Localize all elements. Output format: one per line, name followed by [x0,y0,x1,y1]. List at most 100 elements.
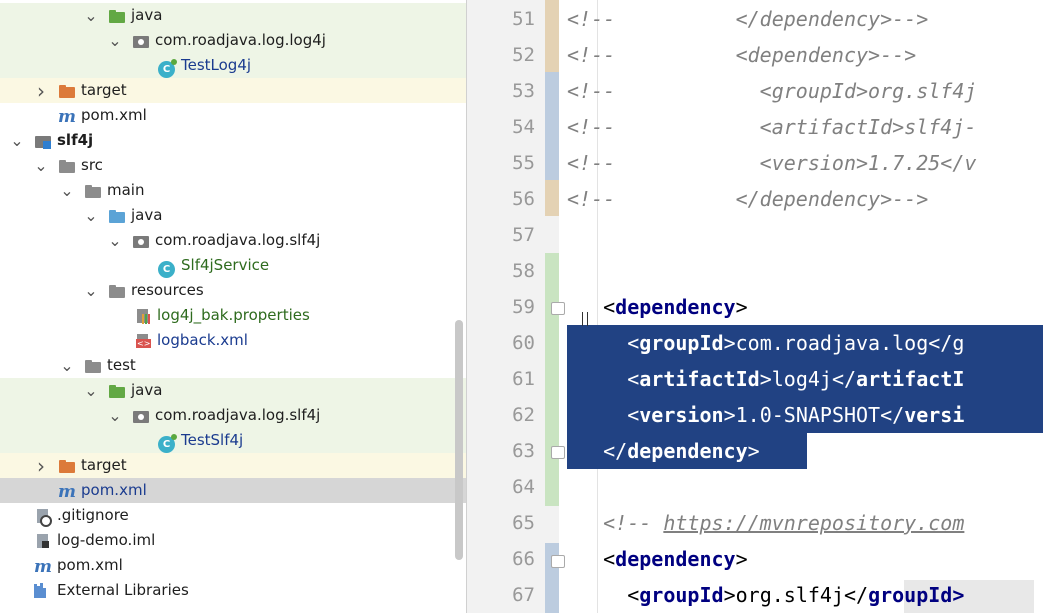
code-line[interactable] [567,253,1043,289]
tag-bracket: > [759,367,772,391]
tree-row-label: pom.xml [57,556,123,574]
line-number: 66 [512,548,535,570]
code-line[interactable] [567,217,1043,253]
module-icon [34,133,52,149]
code-line[interactable]: <!-- <version>1.7.25</v [567,145,1043,181]
comment-link[interactable]: https://mvnrepository.com [663,511,964,535]
tree-row[interactable]: ⌄ java [0,378,466,403]
line-number: 54 [512,116,535,138]
tree-row[interactable]: ⌄ com.roadjava.log.slf4j [0,228,466,253]
tag-bracket: > [735,295,748,319]
chevron-down-icon[interactable]: ⌄ [34,156,48,175]
chevron-down-icon[interactable]: ⌄ [60,356,74,375]
chevron-down-icon[interactable]: ⌄ [108,406,122,425]
line-number: 61 [512,368,535,390]
tree-row[interactable]: m pom.xml [0,553,466,578]
tree-row[interactable]: ⌄ java [0,203,466,228]
code-line[interactable]: <dependency> [567,289,1043,325]
tree-row[interactable]: logback.xml [0,328,466,353]
tag-bracket: > [735,547,748,571]
tag-bracket: < [627,367,640,391]
tag-name: groupId [639,331,724,355]
excluded-folder-icon [58,458,76,474]
code-line[interactable]: <groupId>org.slf4j</groupId> [567,577,1043,613]
tree-row-label: resources [131,281,204,299]
tree-row[interactable]: C TestSlf4j [0,428,466,453]
code-line[interactable]: <!-- https://mvnrepository.com [567,505,1043,541]
tree-row[interactable]: C TestLog4j [0,53,466,78]
line-number: 59 [512,296,535,318]
tree-row-label: test [107,356,136,374]
chevron-down-icon[interactable]: ⌄ [84,206,98,225]
chevron-down-icon[interactable]: ⌄ [10,131,24,150]
tree-row[interactable]: .gitignore [0,503,466,528]
iml-file-icon [34,533,52,549]
code-line[interactable]: <!-- <dependency>--> [567,37,1043,73]
maven-icon: m [58,106,76,127]
code-line[interactable]: <artifactId>log4j</artifactI [567,361,1043,397]
tree-row[interactable]: ⌄ java [0,3,466,28]
tree-row[interactable]: › target [0,78,466,103]
tree-row-label: pom.xml [81,481,147,499]
tag-bracket: < [603,295,616,319]
code-line[interactable]: <version>1.0-SNAPSHOT</versi [567,397,1043,433]
tag-name: dependency [615,547,736,571]
tree-row[interactable]: External Libraries [0,578,466,603]
tree-row[interactable]: m pom.xml [0,478,466,503]
code-line[interactable]: <!-- <groupId>org.slf4j [567,73,1043,109]
tree-row[interactable]: ⌄ test [0,353,466,378]
tag-bracket: </ [603,439,628,463]
folder-icon [84,183,102,199]
change-marker [545,543,559,613]
code-line[interactable]: <groupId>com.roadjava.log</g [567,325,1043,361]
code-line[interactable]: <!-- <artifactId>slf4j- [567,109,1043,145]
tree-row[interactable]: ⌄ main [0,178,466,203]
tree-scrollbar[interactable] [455,320,463,560]
tree-row-label: TestLog4j [181,56,252,74]
tree-row[interactable]: ⌄ com.roadjava.log.slf4j [0,403,466,428]
chevron-down-icon[interactable]: ⌄ [84,281,98,300]
tag-bracket: < [627,583,640,607]
tree-row[interactable]: log-demo.iml [0,528,466,553]
tag-name: groupId> [868,583,965,607]
tag-value: org.slf4j</ [735,583,869,607]
chevron-down-icon[interactable]: ⌄ [108,231,122,250]
tag-name: groupId [639,583,724,607]
tree-row-label: java [131,206,163,224]
code-line[interactable]: </dependency> [567,433,1043,469]
gitignore-file-icon [34,508,52,527]
chevron-down-icon[interactable]: ⌄ [84,6,98,25]
tag-bracket: > [723,403,736,427]
tree-row-label: slf4j [57,131,94,149]
tree-row[interactable]: › target [0,453,466,478]
chevron-down-icon[interactable]: ⌄ [60,181,74,200]
comment-text: <!-- <dependency>--> [567,43,917,67]
code-line[interactable] [567,469,1043,505]
tree-row[interactable]: ⌄ com.roadjava.log.log4j [0,28,466,53]
chevron-down-icon[interactable]: ⌄ [108,31,122,50]
chevron-right-icon[interactable]: › [34,454,48,478]
tree-row-label: com.roadjava.log.log4j [155,31,326,49]
fold-marker[interactable] [551,302,565,315]
chevron-down-icon[interactable]: ⌄ [84,381,98,400]
tree-row[interactable]: log4j_bak.properties [0,303,466,328]
tag-name: versi [904,403,965,427]
fold-marker[interactable] [551,446,565,459]
tree-row[interactable]: C Slf4jService [0,253,466,278]
chevron-right-icon[interactable]: › [34,79,48,103]
code-line[interactable]: <!-- </dependency>--> [567,181,1043,217]
code-line[interactable]: <dependency> [567,541,1043,577]
code-line[interactable]: <!-- </dependency>--> [567,1,1043,37]
fold-marker[interactable] [551,555,565,568]
change-marker [545,36,559,72]
source-folder-icon [108,208,126,224]
excluded-folder-icon [58,83,76,99]
line-number: 51 [512,8,535,30]
tree-row[interactable]: m pom.xml [0,103,466,128]
tree-row[interactable]: ⌄ resources [0,278,466,303]
tree-row[interactable]: ⌄ src [0,153,466,178]
tree-row[interactable]: ⌄ slf4j [0,128,466,153]
tag-bracket: < [603,547,616,571]
tag-bracket: > [747,439,760,463]
